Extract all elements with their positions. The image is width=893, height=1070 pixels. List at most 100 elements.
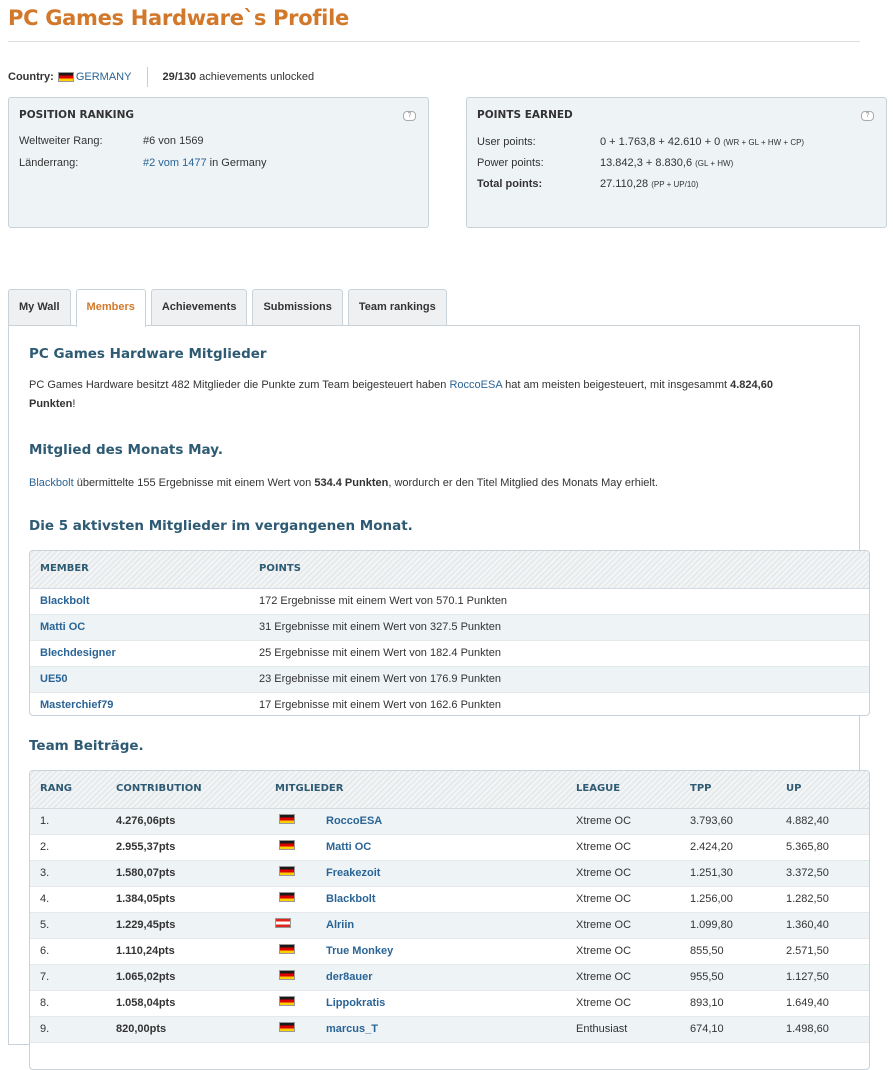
- table-row: Blechdesigner 25 Ergebnisse mit einem We…: [30, 641, 869, 667]
- top5-table-header: MEMBER POINTS: [30, 551, 869, 589]
- member-link[interactable]: Masterchief79: [40, 699, 113, 711]
- up: 4.882,40: [786, 815, 829, 827]
- germany-flag-icon: [279, 840, 295, 850]
- member-link[interactable]: UE50: [40, 673, 68, 685]
- motm-text-1: übermittelte 155 Ergebnisse mit einem We…: [76, 477, 312, 489]
- power-points-note: (GL + HW): [695, 159, 734, 168]
- points-earned-heading: POINTS EARNED: [477, 109, 573, 121]
- total-points: 27.110,28 (PP + UP/10): [600, 178, 698, 190]
- germany-flag-icon: [279, 1022, 295, 1032]
- motm-heading: Mitglied des Monats May.: [29, 442, 223, 458]
- country-rank-suffix: in Germany: [209, 157, 267, 169]
- rank: 8.: [40, 997, 50, 1009]
- col-member-header: MEMBER: [40, 563, 89, 574]
- team-table: RANG CONTRIBUTION MITGLIEDER LEAGUE TPP …: [29, 770, 870, 1070]
- tab-achievements[interactable]: Achievements: [150, 289, 248, 325]
- rank: 5.: [40, 919, 50, 931]
- tpp: 2.424,20: [690, 841, 733, 853]
- help-icon[interactable]: ?: [861, 111, 874, 121]
- contribution: 4.276,06pts: [116, 815, 176, 827]
- intro-points: 4.824,60: [730, 379, 773, 391]
- league: Xtreme OC: [576, 867, 632, 879]
- member-link[interactable]: RoccoESA: [326, 815, 382, 827]
- table-row: 6. 1.110,24pts True Monkey Xtreme OC 855…: [30, 939, 869, 965]
- league: Enthusiast: [576, 1023, 628, 1035]
- germany-flag-icon: [279, 944, 295, 954]
- member-points: 172 Ergebnisse mit einem Wert von 570.1 …: [259, 595, 508, 607]
- tab-team-rankings[interactable]: Team rankings: [347, 289, 447, 325]
- help-icon[interactable]: ?: [403, 111, 416, 121]
- member-link[interactable]: Lippokratis: [326, 997, 385, 1009]
- member-link[interactable]: Blackbolt: [40, 595, 90, 607]
- rank: 1.: [40, 815, 50, 827]
- team-table-header: RANG CONTRIBUTION MITGLIEDER LEAGUE TPP …: [30, 771, 869, 809]
- member-link[interactable]: Matti OC: [326, 841, 371, 853]
- table-row: 8. 1.058,04pts Lippokratis Xtreme OC 893…: [30, 991, 869, 1017]
- table-row: 7. 1.065,02pts der8auer Xtreme OC 955,50…: [30, 965, 869, 991]
- rank: 6.: [40, 945, 50, 957]
- member-link[interactable]: Blackbolt: [326, 893, 376, 905]
- tpp: 855,50: [690, 945, 724, 957]
- user-points: 0 + 1.763,8 + 42.610 + 0 (WR + GL + HW +…: [600, 136, 804, 148]
- achievements-text: achievements unlocked: [199, 71, 315, 83]
- motm-text-2: , wordurch er den Titel Mitglied des Mon…: [388, 477, 658, 489]
- tab-members[interactable]: Members: [75, 289, 146, 327]
- members-heading: PC Games Hardware Mitglieder: [29, 346, 267, 362]
- contribution: 1.229,45pts: [116, 919, 176, 931]
- country-rank: #2 vom 1477 in Germany: [143, 157, 267, 169]
- achievements-count: 29/130: [162, 71, 197, 83]
- worldwide-rank-value[interactable]: #6 von 1569: [143, 135, 204, 147]
- member-link[interactable]: marcus_T: [326, 1023, 378, 1035]
- country-link[interactable]: GERMANY: [76, 71, 132, 83]
- points-earned-box: POINTS EARNED ? User points: 0 + 1.763,8…: [466, 97, 887, 228]
- member-link[interactable]: Matti OC: [40, 621, 85, 633]
- tpp: 1.251,30: [690, 867, 733, 879]
- member-points: 31 Ergebnisse mit einem Wert von 327.5 P…: [259, 621, 501, 633]
- austria-flag-icon: [275, 918, 291, 928]
- total-points-note: (PP + UP/10): [651, 180, 699, 189]
- country-rank-value[interactable]: #2 vom 1477: [143, 157, 207, 169]
- motm-text: Blackbolt übermittelte 155 Ergebnisse mi…: [29, 474, 658, 493]
- table-row: 1. 4.276,06pts RoccoESA Xtreme OC 3.793,…: [30, 809, 869, 835]
- member-points: 23 Ergebnisse mit einem Wert von 176.9 P…: [259, 673, 501, 685]
- table-row: 2. 2.955,37pts Matti OC Xtreme OC 2.424,…: [30, 835, 869, 861]
- member-link[interactable]: True Monkey: [326, 945, 393, 957]
- country-rank-label: Länderrang:: [19, 157, 79, 169]
- members-intro: PC Games Hardware besitzt 482 Mitglieder…: [29, 376, 849, 414]
- table-row: Masterchief79 17 Ergebnisse mit einem We…: [30, 693, 869, 715]
- top-member-link[interactable]: RoccoESA: [449, 379, 502, 391]
- country-line: Country: GERMANY 29/130 achievements unl…: [8, 67, 314, 87]
- tab-submissions[interactable]: Submissions: [252, 289, 343, 325]
- table-row: 9. 820,00pts marcus_T Enthusiast 674,10 …: [30, 1017, 869, 1043]
- contribution: 820,00pts: [116, 1023, 167, 1035]
- tpp: 893,10: [690, 997, 724, 1009]
- league: Xtreme OC: [576, 997, 632, 1009]
- up: 2.571,50: [786, 945, 829, 957]
- contribution: 1.065,02pts: [116, 971, 176, 983]
- up: 1.127,50: [786, 971, 829, 983]
- power-points-label: Power points:: [477, 157, 544, 169]
- tab-my-wall[interactable]: My Wall: [8, 289, 71, 325]
- tpp: 1.256,00: [690, 893, 733, 905]
- col-members-header: MITGLIEDER: [275, 783, 344, 794]
- member-link[interactable]: Blechdesigner: [40, 647, 116, 659]
- col-points-header: POINTS: [259, 563, 301, 574]
- table-row: 3. 1.580,07pts Freakezoit Xtreme OC 1.25…: [30, 861, 869, 887]
- contribution: 1.058,04pts: [116, 997, 176, 1009]
- member-link[interactable]: der8auer: [326, 971, 372, 983]
- tpp: 955,50: [690, 971, 724, 983]
- member-link[interactable]: Alriin: [326, 919, 354, 931]
- up: 5.365,80: [786, 841, 829, 853]
- member-points: 17 Ergebnisse mit einem Wert von 162.6 P…: [259, 699, 501, 711]
- user-points-value: 0 + 1.763,8 + 42.610 + 0: [600, 136, 721, 148]
- member-link[interactable]: Freakezoit: [326, 867, 380, 879]
- divider: [147, 67, 149, 87]
- league: Xtreme OC: [576, 945, 632, 957]
- league: Xtreme OC: [576, 893, 632, 905]
- power-points-value: 13.842,3 + 8.830,6: [600, 157, 693, 169]
- intro-text-2: hat am meisten beigesteuert, mit insgesa…: [505, 379, 728, 391]
- up: 1.498,60: [786, 1023, 829, 1035]
- motm-user-link[interactable]: Blackbolt: [29, 477, 74, 489]
- col-rank-header: RANG: [40, 783, 73, 794]
- table-row: 4. 1.384,05pts Blackbolt Xtreme OC 1.256…: [30, 887, 869, 913]
